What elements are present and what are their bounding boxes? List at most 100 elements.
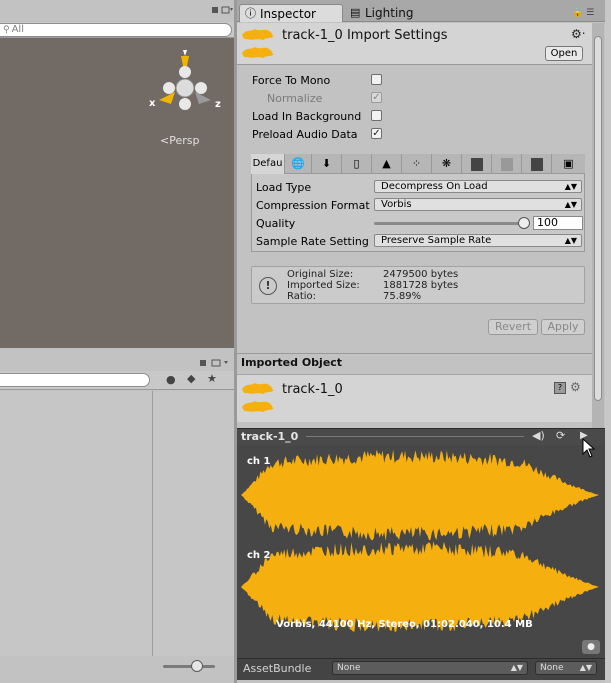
gear-icon[interactable]: ⚙	[570, 380, 581, 394]
inspector-menu-icon[interactable]: 🔒 ☰	[572, 8, 594, 18]
ratio-label: Ratio:	[287, 291, 317, 302]
preload-audio-data-label: Preload Audio Data	[252, 128, 358, 141]
phone-icon: ▯	[353, 157, 360, 170]
info-icon: ⓘ	[245, 7, 256, 20]
tag-icon[interactable]: ●	[582, 640, 600, 654]
force-to-mono-label: Force To Mono	[252, 74, 331, 87]
tab-lighting[interactable]: ▤ Lighting	[345, 4, 445, 22]
revert-button[interactable]: Revert	[488, 319, 538, 335]
icon-size-slider[interactable]	[163, 660, 215, 672]
mouse-cursor-icon	[582, 438, 596, 458]
tab-platform-android[interactable]: ▲	[372, 154, 402, 174]
load-type-dropdown[interactable]: Decompress On Load ▲▼	[374, 180, 582, 193]
scene-search-input[interactable]: ⚲ All	[0, 23, 232, 37]
apply-button[interactable]: Apply	[541, 319, 585, 335]
scene-search-placeholder: All	[11, 24, 24, 35]
tab-inspector[interactable]: ⓘ Inspector	[239, 4, 343, 22]
lower-panel-tabbar	[0, 355, 234, 371]
gear-icon[interactable]: ⚙‧	[571, 27, 586, 41]
assetbundle-dropdown[interactable]: None ▲▼	[332, 661, 528, 675]
info-icon: !	[259, 277, 277, 295]
audio-clip-icon	[242, 29, 274, 58]
audio-format-info: Vorbis, 44100 Hz, Stereo, 01:02.040, 10.…	[276, 619, 533, 630]
tab-platform-default[interactable]: Defau	[251, 154, 285, 174]
window-edge	[605, 0, 611, 683]
panel-menu-icon[interactable]	[198, 358, 232, 368]
xbox-icon	[470, 157, 483, 171]
compression-format-label: Compression Format	[256, 199, 370, 212]
inspector-scrollbar-thumb[interactable]	[594, 36, 602, 401]
project-search-input[interactable]	[0, 373, 150, 387]
inspector-tabbar: ⓘ Inspector ▤ Lighting	[237, 0, 611, 22]
project-split-divider[interactable]	[152, 391, 153, 656]
tab-platform-ios[interactable]: ▯	[342, 154, 372, 174]
persp-label[interactable]: <Persp	[160, 134, 199, 147]
help-book-icon[interactable]: ?	[554, 382, 566, 394]
quality-label: Quality	[256, 217, 296, 230]
import-settings-title: track-1_0 Import Settings	[282, 28, 448, 43]
tab-platform-web[interactable]: 🌐	[285, 154, 312, 174]
tab-platform-other[interactable]: ▣	[552, 154, 585, 174]
html5-icon	[530, 157, 543, 171]
imported-object-title: Imported Object	[241, 356, 343, 369]
channel-2-label: ch 2	[247, 550, 271, 561]
android-icon: ▲	[382, 157, 391, 170]
quality-field[interactable]: 100	[533, 216, 583, 230]
download-icon: ⬇	[321, 157, 332, 170]
imported-size-label: Imported Size:	[287, 280, 360, 291]
tab-lighting-label: Lighting	[365, 6, 414, 20]
open-button[interactable]: Open	[545, 46, 583, 61]
project-toolbar: ● ◆ ★	[0, 371, 234, 390]
box-icon: ▣	[563, 157, 574, 170]
lighting-icon: ▤	[350, 6, 361, 19]
scene-orientation-gizmo[interactable]: x z	[145, 48, 225, 128]
filter-by-label-icon[interactable]: ◆	[187, 372, 195, 385]
load-in-background-checkbox[interactable]	[371, 110, 382, 121]
original-size-value: 2479500 bytes	[383, 269, 459, 280]
imported-object-name: track-1_0	[282, 382, 343, 397]
blackberry-icon: ⁘	[411, 157, 422, 170]
force-to-mono-checkbox[interactable]	[371, 74, 382, 85]
sample-rate-setting-label: Sample Rate Setting	[256, 235, 369, 248]
gizmo-x-label: x	[149, 98, 156, 109]
platform-tabs: Defau 🌐 ⬇ ▯ ▲ ⁘ ❋ ▣	[251, 154, 585, 174]
panel-menu-icon[interactable]	[210, 4, 234, 16]
tab-inspector-label: Inspector	[260, 7, 316, 21]
load-in-background-label: Load In Background	[252, 110, 362, 123]
preview-drag-handle[interactable]	[306, 436, 524, 437]
original-size-label: Original Size:	[287, 269, 354, 280]
project-folder-tree[interactable]	[0, 391, 234, 656]
assetbundle-variant-dropdown[interactable]: None ▲▼	[535, 661, 597, 675]
ratio-value: 75.89%	[383, 291, 422, 302]
tizen-icon: ❋	[441, 157, 452, 170]
windows-store-icon	[500, 157, 513, 171]
tab-platform-xbox[interactable]	[462, 154, 492, 174]
compression-format-dropdown[interactable]: Vorbis ▲▼	[374, 198, 582, 211]
loop-icon[interactable]: ⟳	[556, 429, 565, 442]
search-icon: ⚲	[3, 25, 10, 35]
volume-icon[interactable]: ◀)	[532, 429, 545, 442]
tab-platform-webgl[interactable]	[522, 154, 552, 174]
assetbundle-label: AssetBundle	[243, 662, 312, 675]
preload-audio-data-checkbox[interactable]: ✓	[371, 128, 382, 139]
imported-size-value: 1881728 bytes	[383, 280, 459, 291]
load-type-label: Load Type	[256, 181, 312, 194]
channel-1-label: ch 1	[247, 456, 271, 467]
favorite-star-icon[interactable]: ★	[207, 372, 217, 385]
tab-platform-windows-store[interactable]	[492, 154, 522, 174]
quality-slider[interactable]	[374, 222, 526, 225]
tab-platform-blackberry[interactable]: ⁘	[402, 154, 432, 174]
gizmo-z-label: z	[215, 99, 221, 110]
normalize-checkbox: ✓	[371, 92, 382, 103]
unity-editor-window: ⚲ All x z <Persp ● ◆ ★ ⓘ Inspector ▤ Lig…	[0, 0, 611, 683]
quality-slider-thumb[interactable]	[518, 217, 530, 229]
waveform-channel-1	[241, 449, 599, 541]
normalize-label: Normalize	[267, 92, 323, 105]
icon-size-slider-thumb[interactable]	[191, 660, 203, 672]
audio-clip-icon	[242, 383, 274, 412]
project-footer	[0, 656, 234, 683]
filter-by-type-icon[interactable]: ●	[166, 373, 176, 386]
tab-platform-tizen[interactable]: ❋	[432, 154, 462, 174]
tab-platform-standalone[interactable]: ⬇	[312, 154, 342, 174]
sample-rate-setting-dropdown[interactable]: Preserve Sample Rate ▲▼	[374, 234, 582, 247]
